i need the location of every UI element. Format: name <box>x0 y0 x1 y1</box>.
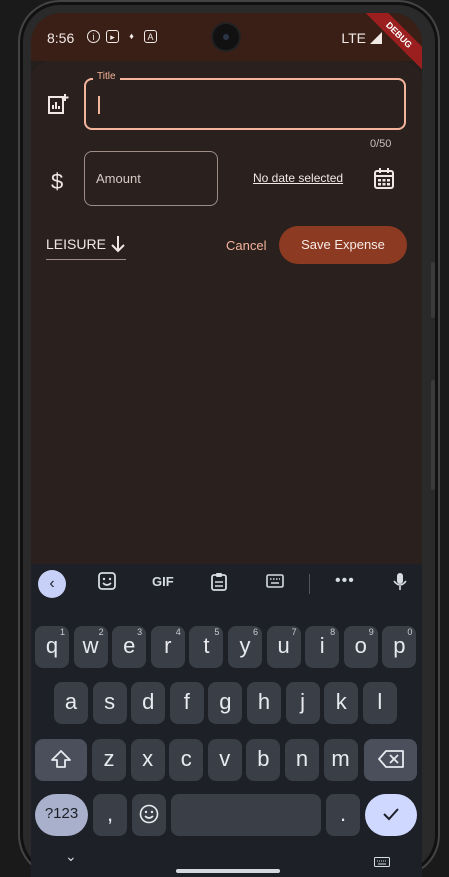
power-button <box>431 380 435 490</box>
key-n[interactable]: n <box>285 739 319 781</box>
key-hint-0: 0 <box>407 627 413 637</box>
backspace-key[interactable] <box>364 739 417 781</box>
key-q[interactable]: q1 <box>35 626 69 668</box>
add-chart-icon <box>47 93 69 120</box>
arrow-down-icon <box>111 236 125 253</box>
more-icon[interactable]: ••• <box>335 572 355 590</box>
keyboard-layout-icon[interactable] <box>266 574 284 591</box>
shield-icon: ▸ <box>106 30 119 43</box>
key-s[interactable]: s <box>92 682 127 724</box>
status-bar: 8:56 i ▸ ♦ A LTE DEBUG <box>31 13 422 73</box>
emoji-key[interactable] <box>132 794 166 836</box>
gif-button[interactable]: GIF <box>152 574 174 589</box>
category-dropdown[interactable]: LEISURE <box>46 235 126 260</box>
key-c[interactable]: c <box>169 739 204 781</box>
key-hint-1: 1 <box>59 627 65 637</box>
space-key[interactable] <box>171 794 321 836</box>
amount-input[interactable]: Amount <box>84 151 218 206</box>
new-expense-sheet <box>31 61 422 564</box>
key-t[interactable]: t5 <box>189 626 224 668</box>
shift-key[interactable] <box>35 739 87 781</box>
keyboard-toolbar: ‹ GIF ••• <box>31 564 422 604</box>
keyboard-switch-icon[interactable] <box>374 854 390 872</box>
network-status: LTE <box>341 30 382 46</box>
network-label: LTE <box>341 30 366 46</box>
toolbar-divider <box>309 574 310 594</box>
microphone-icon[interactable] <box>393 572 407 594</box>
key-d[interactable]: d <box>131 682 166 724</box>
front-camera <box>213 24 239 50</box>
key-p[interactable]: p0 <box>382 626 417 668</box>
selected-date: No date selected <box>253 171 344 185</box>
volume-button <box>431 262 435 318</box>
key-hint-8: 8 <box>330 627 336 637</box>
title-label: Title <box>93 71 120 82</box>
key-hint-4: 4 <box>175 627 181 637</box>
period-key[interactable]: . <box>326 794 360 836</box>
a-icon: A <box>144 30 157 43</box>
key-z[interactable]: z <box>92 739 126 781</box>
key-hint-9: 9 <box>368 627 374 637</box>
cancel-button[interactable]: Cancel <box>226 238 266 253</box>
key-m[interactable]: m <box>323 739 358 781</box>
key-f[interactable]: f <box>169 682 204 724</box>
key-hint-3: 3 <box>137 627 143 637</box>
vpn-icon: ♦ <box>129 31 134 41</box>
amount-placeholder: Amount <box>96 171 141 186</box>
key-e[interactable]: e3 <box>112 626 147 668</box>
save-expense-button[interactable]: Save Expense <box>279 226 407 264</box>
key-k[interactable]: k <box>324 682 359 724</box>
status-icons: i ▸ ♦ A <box>87 30 157 43</box>
hide-keyboard-icon[interactable]: ⌄ <box>65 848 77 865</box>
sticker-icon[interactable] <box>98 572 116 593</box>
key-b[interactable]: b <box>246 739 281 781</box>
done-key[interactable] <box>365 794 417 836</box>
key-l[interactable]: l <box>362 682 397 724</box>
key-w[interactable]: w2 <box>73 626 108 668</box>
comma-key[interactable]: , <box>93 794 127 836</box>
status-time: 8:56 <box>47 30 75 46</box>
key-a[interactable]: a <box>54 682 88 724</box>
key-h[interactable]: h <box>247 682 281 724</box>
home-indicator[interactable] <box>176 869 280 873</box>
keyboard: ‹ GIF ••• q1w2e3r4t5y6u7i8o9p0 asdfghjkl… <box>31 564 422 877</box>
key-j[interactable]: j <box>285 682 320 724</box>
key-i[interactable]: i8 <box>305 626 340 668</box>
key-g[interactable]: g <box>208 682 243 724</box>
key-v[interactable]: v <box>207 739 242 781</box>
key-x[interactable]: x <box>130 739 165 781</box>
signal-icon <box>370 32 382 44</box>
category-value: LEISURE <box>46 236 106 252</box>
info-icon: i <box>87 30 100 43</box>
title-counter: 0/50 <box>370 138 392 150</box>
key-hint-7: 7 <box>291 627 297 637</box>
title-input[interactable] <box>84 78 406 130</box>
calendar-icon[interactable] <box>374 168 394 195</box>
key-u[interactable]: u7 <box>266 626 301 668</box>
key-y[interactable]: y6 <box>228 626 262 668</box>
key-hint-5: 5 <box>214 627 220 637</box>
key-r[interactable]: r4 <box>150 626 185 668</box>
text-cursor <box>98 96 100 114</box>
dollar-icon: $ <box>51 169 64 194</box>
chevron-left-icon[interactable]: ‹ <box>38 570 66 598</box>
key-hint-6: 6 <box>252 627 258 637</box>
symbols-key[interactable]: ?123 <box>35 794 88 836</box>
key-o[interactable]: o9 <box>343 626 378 668</box>
screen: 8:56 i ▸ ♦ A LTE DEBUG Title 0/50 $ Amou… <box>31 13 422 877</box>
clipboard-icon[interactable] <box>211 572 227 594</box>
key-hint-2: 2 <box>98 627 104 637</box>
